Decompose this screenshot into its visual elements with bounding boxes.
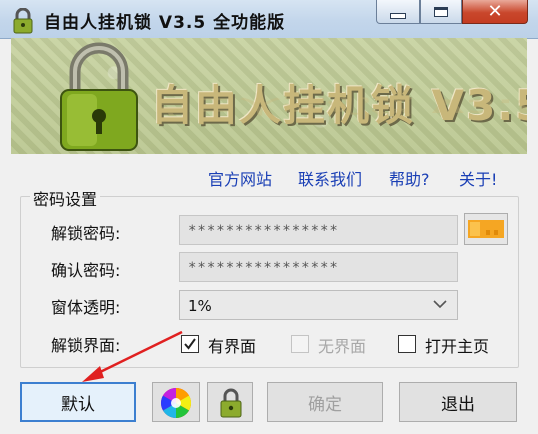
close-button[interactable]: ✕: [462, 0, 528, 24]
contact-link[interactable]: 联系我们: [298, 166, 362, 190]
exit-button[interactable]: 退出: [399, 382, 517, 422]
transparency-label: 窗体透明:: [51, 298, 121, 317]
ok-button[interactable]: 确定: [267, 382, 383, 422]
password-settings-title: 密码设置: [30, 186, 101, 210]
maximize-button[interactable]: [420, 0, 462, 24]
key-button[interactable]: [464, 213, 508, 245]
official-site-link[interactable]: 官方网站: [208, 166, 272, 190]
annotation-arrow-icon: [82, 330, 183, 382]
maximize-icon: [434, 6, 448, 17]
color-wheel-icon: [160, 388, 192, 418]
lock-icon: [60, 42, 138, 151]
key-icon: [468, 220, 504, 238]
minimize-button[interactable]: [376, 0, 420, 24]
banner: 自由人挂机锁 V3.5 自由人挂机锁 V3.5: [11, 38, 527, 154]
transparency-value: 1%: [188, 297, 212, 315]
with-ui-label: 有界面: [208, 337, 257, 356]
confirm-password-field[interactable]: ****************: [179, 252, 458, 282]
confirm-password-label: 确认密码:: [51, 261, 121, 280]
close-icon: ✕: [487, 0, 503, 22]
minimize-icon: [390, 12, 406, 19]
unlock-password-field[interactable]: ****************: [179, 215, 458, 245]
no-ui-label: 无界面: [318, 337, 367, 356]
color-button[interactable]: [152, 382, 200, 422]
lock-icon: [220, 388, 242, 418]
open-homepage-checkbox[interactable]: [398, 335, 416, 353]
help-link[interactable]: 帮助?: [389, 166, 430, 190]
no-ui-checkbox[interactable]: [291, 335, 309, 353]
default-button[interactable]: 默认: [20, 382, 136, 422]
chevron-down-icon: [433, 300, 447, 309]
lock-button[interactable]: [207, 382, 253, 422]
about-link[interactable]: 关于!: [459, 166, 497, 190]
lock-icon: [13, 8, 33, 34]
unlock-password-label: 解锁密码:: [51, 224, 121, 243]
banner-title-reflection: 自由人挂机锁 V3.5: [151, 94, 527, 117]
transparency-dropdown[interactable]: 1%: [179, 290, 458, 320]
window-title: 自由人挂机锁 V3.5 全功能版: [44, 13, 286, 33]
open-homepage-label: 打开主页: [425, 337, 490, 356]
